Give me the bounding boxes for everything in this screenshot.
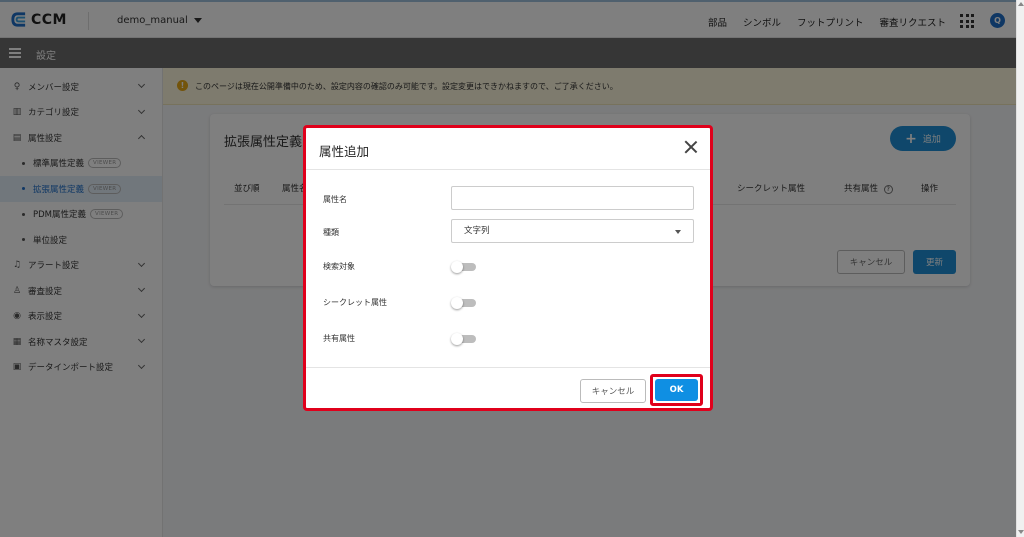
dialog-cancel-button[interactable]: キャンセル	[580, 379, 646, 403]
attribute-name-input[interactable]	[451, 186, 694, 210]
dialog-header: 属性追加	[306, 128, 710, 170]
shared-attribute-label: 共有属性	[323, 334, 355, 343]
shared-attribute-toggle[interactable]	[451, 333, 476, 345]
secret-attribute-toggle[interactable]	[451, 297, 476, 309]
ok-button[interactable]: OK	[655, 379, 698, 401]
scrollbar[interactable]	[1016, 0, 1024, 537]
divider	[306, 367, 710, 368]
scroll-up-icon[interactable]	[1018, 2, 1024, 6]
toggle-knob	[451, 333, 463, 345]
secret-attribute-label: シークレット属性	[323, 298, 387, 307]
add-attribute-dialog: 属性追加 属性名 種類 文字列 検索対象 シークレット属性 共有属性 キャンセル…	[303, 125, 713, 411]
type-select[interactable]: 文字列	[451, 219, 694, 243]
scroll-down-icon[interactable]	[1018, 530, 1024, 534]
search-target-label: 検索対象	[323, 262, 355, 271]
attribute-name-label: 属性名	[323, 195, 347, 204]
dialog-title: 属性追加	[319, 144, 370, 159]
dropdown-arrow-icon	[675, 230, 681, 234]
toggle-knob	[451, 261, 463, 273]
close-icon[interactable]	[684, 140, 698, 154]
type-select-value: 文字列	[464, 226, 490, 236]
search-target-toggle[interactable]	[451, 261, 476, 273]
ok-highlight: OK	[650, 374, 703, 406]
type-label: 種類	[323, 228, 339, 237]
toggle-knob	[451, 297, 463, 309]
